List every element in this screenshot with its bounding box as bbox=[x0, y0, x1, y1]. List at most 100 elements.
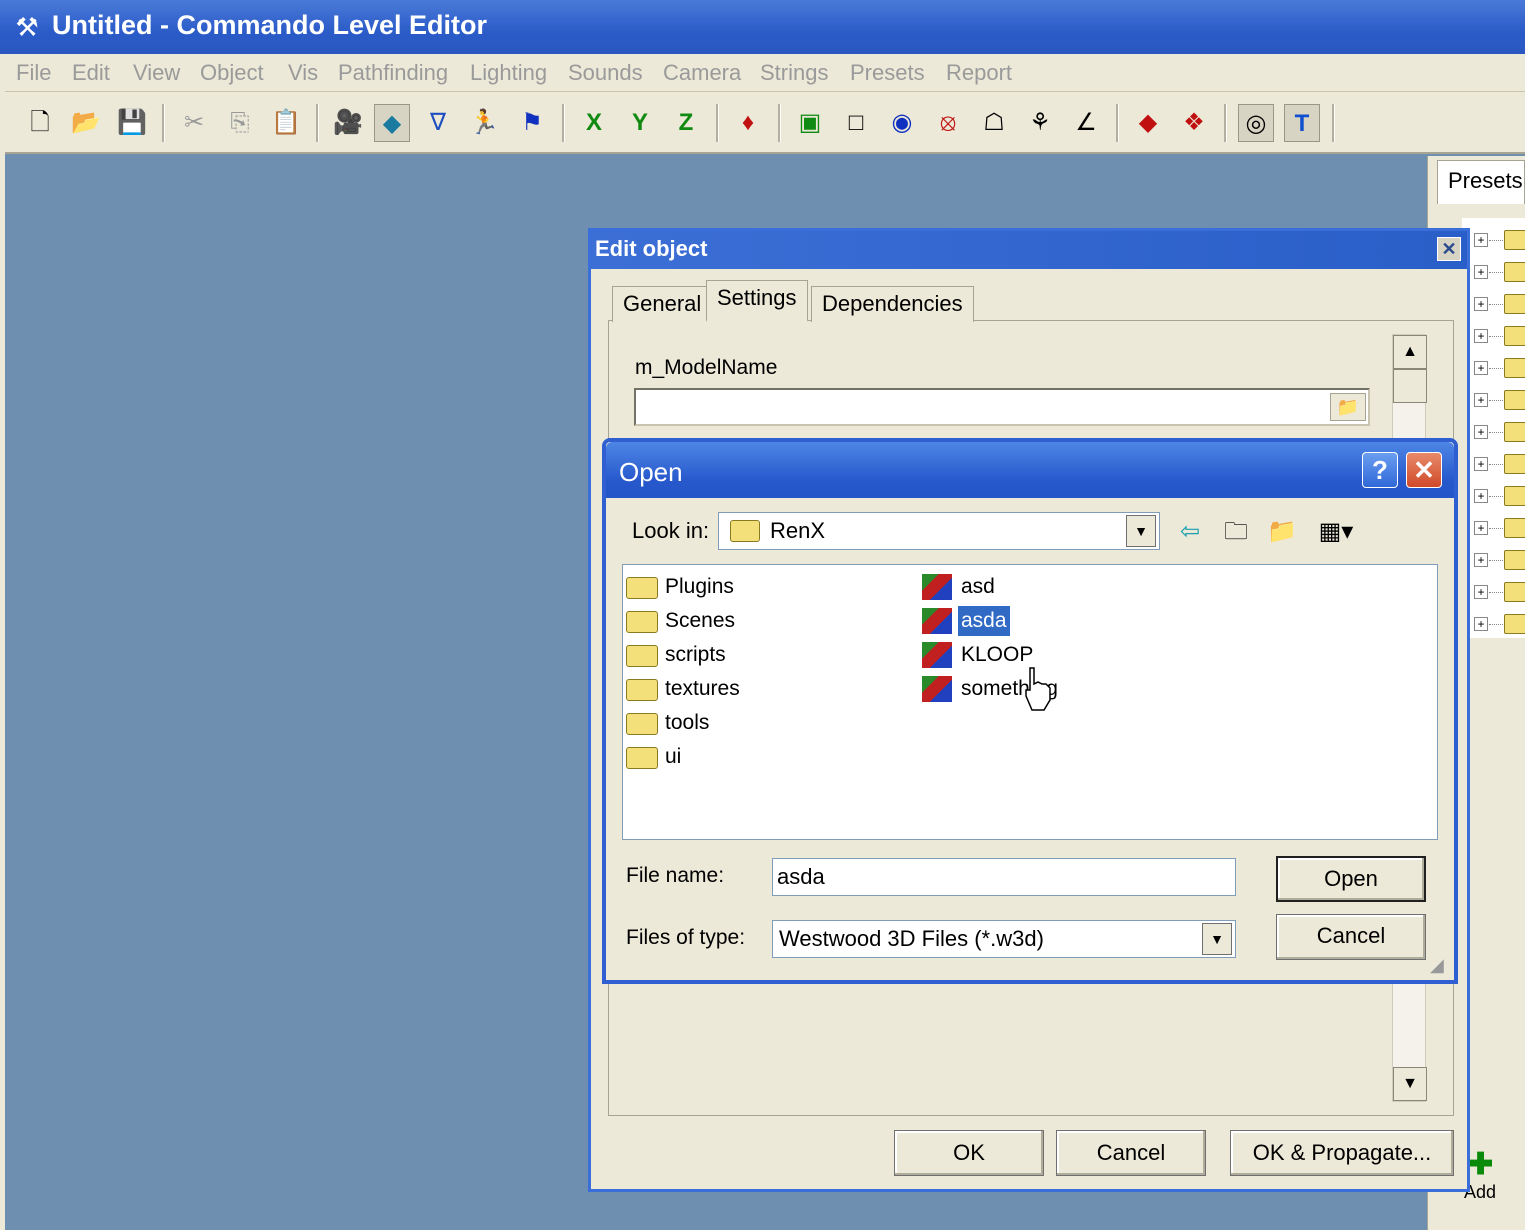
eye-icon[interactable]: ◉ bbox=[884, 104, 920, 142]
scroll-down-icon[interactable]: ▼ bbox=[1393, 1067, 1427, 1101]
camera-icon[interactable]: 🎥 bbox=[330, 104, 366, 142]
close-icon[interactable]: ✕ bbox=[1406, 452, 1442, 488]
tree-node[interactable]: + bbox=[1474, 450, 1525, 478]
walk-mode-icon[interactable]: 🏃 bbox=[466, 104, 502, 142]
tree-node[interactable]: + bbox=[1474, 514, 1525, 542]
tree-node[interactable]: + bbox=[1474, 322, 1525, 350]
tab-settings[interactable]: Settings bbox=[706, 280, 808, 322]
paste-icon[interactable]: 📋 bbox=[268, 104, 304, 142]
tree-node[interactable]: + bbox=[1474, 546, 1525, 574]
folder-icon bbox=[1504, 518, 1525, 538]
palette-icon[interactable]: ❖ bbox=[1176, 104, 1212, 142]
copy-icon[interactable]: ⎘ bbox=[222, 104, 258, 142]
chevron-down-icon[interactable]: ▼ bbox=[1202, 923, 1232, 955]
expand-icon[interactable]: + bbox=[1474, 425, 1488, 439]
cancel-open-button[interactable]: Cancel bbox=[1276, 914, 1426, 960]
new-file-icon[interactable]: 🗋 bbox=[22, 104, 58, 142]
tree-node[interactable]: + bbox=[1474, 258, 1525, 286]
folder-icon bbox=[626, 679, 658, 701]
wire-box-icon[interactable]: □ bbox=[838, 104, 874, 142]
expand-icon[interactable]: + bbox=[1474, 521, 1488, 535]
expand-icon[interactable]: + bbox=[1474, 457, 1488, 471]
window-title: Untitled - Commando Level Editor bbox=[52, 10, 488, 40]
tree-node[interactable]: + bbox=[1474, 482, 1525, 510]
tree-node[interactable]: + bbox=[1474, 610, 1525, 638]
folder-icon bbox=[626, 577, 658, 599]
expand-icon[interactable]: + bbox=[1474, 265, 1488, 279]
add-plus-icon[interactable]: ✚ bbox=[1468, 1150, 1498, 1180]
tree-node[interactable]: + bbox=[1474, 418, 1525, 446]
axis-y-icon[interactable]: Y bbox=[622, 104, 658, 142]
menu-edit[interactable]: Edit bbox=[72, 60, 110, 86]
open-button[interactable]: Open bbox=[1276, 856, 1426, 902]
chevron-down-icon[interactable]: ▼ bbox=[1126, 515, 1156, 547]
folder-icon bbox=[1504, 294, 1525, 314]
expand-icon[interactable]: + bbox=[1474, 617, 1488, 631]
new-folder-icon[interactable]: 📁 bbox=[1264, 515, 1300, 549]
path-icon[interactable]: ∠ bbox=[1068, 104, 1104, 142]
text-tool-icon[interactable]: T bbox=[1284, 104, 1320, 142]
axis-z-icon[interactable]: Z bbox=[668, 104, 704, 142]
menu-file[interactable]: File bbox=[16, 60, 51, 86]
solid-box-icon[interactable]: ▣ bbox=[792, 104, 828, 142]
up-folder-icon[interactable]: 🗀 bbox=[1218, 515, 1254, 549]
menu-sounds[interactable]: Sounds bbox=[568, 60, 643, 86]
menu-presets[interactable]: Presets bbox=[850, 60, 925, 86]
file-name-input[interactable]: asda bbox=[772, 858, 1236, 896]
menu-object[interactable]: Object bbox=[200, 60, 264, 86]
menu-camera[interactable]: Camera bbox=[663, 60, 741, 86]
expand-icon[interactable]: + bbox=[1474, 233, 1488, 247]
expand-icon[interactable]: + bbox=[1474, 585, 1488, 599]
tree-node[interactable]: + bbox=[1474, 386, 1525, 414]
browse-folder-icon[interactable]: 📁 bbox=[1330, 393, 1366, 421]
file-type-dropdown[interactable]: Westwood 3D Files (*.w3d) bbox=[772, 920, 1236, 958]
edit-object-close-icon[interactable]: ✕ bbox=[1437, 237, 1461, 261]
scroll-up-icon[interactable]: ▲ bbox=[1393, 335, 1427, 369]
fly-mode-icon[interactable]: ∇ bbox=[420, 104, 456, 142]
file-type-label: Files of type: bbox=[626, 926, 746, 949]
light-icon[interactable]: ☖ bbox=[976, 104, 1012, 142]
hide-eye-icon[interactable]: ⦻ bbox=[930, 104, 966, 142]
save-icon[interactable]: 💾 bbox=[114, 104, 150, 142]
help-icon[interactable]: ? bbox=[1362, 452, 1398, 488]
color-box-icon[interactable]: ◆ bbox=[1130, 104, 1166, 142]
presets-tab[interactable]: Presets bbox=[1437, 160, 1525, 204]
menu-vis[interactable]: Vis bbox=[288, 60, 318, 86]
expand-icon[interactable]: + bbox=[1474, 393, 1488, 407]
tree-node[interactable]: + bbox=[1474, 226, 1525, 254]
menu-view[interactable]: View bbox=[133, 60, 180, 86]
sound-icon[interactable]: ⚘ bbox=[1022, 104, 1058, 142]
axis-x-icon[interactable]: X bbox=[576, 104, 612, 142]
view-menu-icon[interactable]: ▦▾ bbox=[1310, 515, 1362, 549]
orbit-camera-icon[interactable]: ◆ bbox=[374, 104, 410, 142]
resize-grip-icon[interactable]: ◢ bbox=[1430, 955, 1452, 977]
model-name-label: m_ModelName bbox=[635, 356, 778, 379]
flag-icon[interactable]: ⚑ bbox=[514, 104, 550, 142]
tree-node[interactable]: + bbox=[1474, 354, 1525, 382]
expand-icon[interactable]: + bbox=[1474, 553, 1488, 567]
expand-icon[interactable]: + bbox=[1474, 489, 1488, 503]
expand-icon[interactable]: + bbox=[1474, 361, 1488, 375]
visibility-icon[interactable]: ◎ bbox=[1238, 104, 1274, 142]
scroll-thumb[interactable] bbox=[1393, 369, 1427, 403]
open-folder-icon[interactable]: 📂 bbox=[68, 104, 104, 142]
ok-propagate-button[interactable]: OK & Propagate... bbox=[1230, 1130, 1454, 1176]
cut-icon[interactable]: ✂ bbox=[176, 104, 212, 142]
tab-general[interactable]: General bbox=[612, 286, 713, 322]
menu-strings[interactable]: Strings bbox=[760, 60, 828, 86]
open-dialog-titlebar[interactable] bbox=[606, 442, 1454, 498]
expand-icon[interactable]: + bbox=[1474, 329, 1488, 343]
model-name-input[interactable] bbox=[634, 388, 1370, 426]
ok-button[interactable]: OK bbox=[894, 1130, 1044, 1176]
drop-marker-icon[interactable]: ♦ bbox=[730, 104, 766, 142]
tab-dependencies[interactable]: Dependencies bbox=[811, 286, 974, 322]
menu-report[interactable]: Report bbox=[946, 60, 1012, 86]
tree-node[interactable]: + bbox=[1474, 578, 1525, 606]
tree-node[interactable]: + bbox=[1474, 290, 1525, 318]
menu-pathfinding[interactable]: Pathfinding bbox=[338, 60, 448, 86]
menu-lighting[interactable]: Lighting bbox=[470, 60, 547, 86]
back-arrow-icon[interactable]: ⇦ bbox=[1172, 515, 1208, 549]
edit-object-titlebar[interactable] bbox=[591, 231, 1467, 269]
expand-icon[interactable]: + bbox=[1474, 297, 1488, 311]
cancel-button[interactable]: Cancel bbox=[1056, 1130, 1206, 1176]
